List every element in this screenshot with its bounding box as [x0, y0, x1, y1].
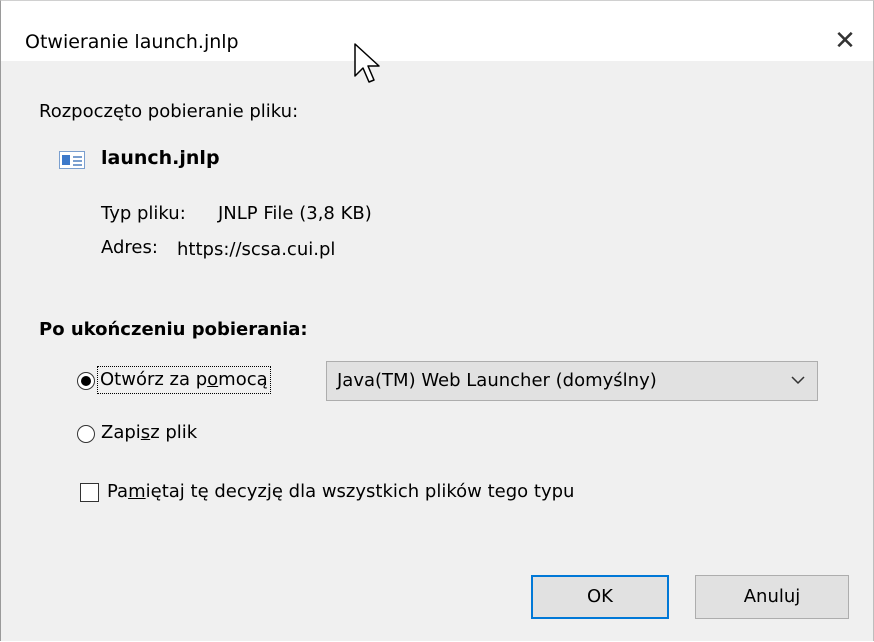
file-type-value: JNLP File (3,8 KB): [218, 203, 372, 224]
application-select[interactable]: Java(TM) Web Launcher (domyślny): [326, 361, 818, 401]
download-heading: Rozpoczęto pobieranie pliku:: [39, 101, 299, 122]
download-dialog: Otwieranie launch.jnlp ✕ Rozpoczęto pobi…: [0, 0, 874, 641]
save-file-radio[interactable]: [77, 425, 95, 443]
dialog-body: Rozpoczęto pobieranie pliku: launch.jnlp…: [1, 61, 873, 641]
close-button[interactable]: ✕: [825, 21, 865, 61]
close-icon: ✕: [834, 26, 856, 56]
after-download-heading: Po ukończeniu pobierania:: [39, 319, 308, 340]
application-select-value: Java(TM) Web Launcher (domyślny): [337, 370, 657, 391]
open-with-radio[interactable]: [77, 372, 95, 390]
cancel-button[interactable]: Anuluj: [695, 575, 849, 619]
file-name: launch.jnlp: [101, 147, 220, 169]
title-bar[interactable]: Otwieranie launch.jnlp ✕: [1, 1, 873, 61]
mouse-cursor-icon: [354, 43, 380, 83]
file-type-label: Typ pliku:: [101, 203, 186, 224]
address-label: Adres:: [101, 237, 158, 258]
ok-button[interactable]: OK: [531, 575, 669, 619]
window-title: Otwieranie launch.jnlp: [25, 31, 239, 53]
address-value: https://scsa.cui.pl: [177, 239, 336, 260]
open-with-label[interactable]: Otwórz za pomocą: [97, 366, 271, 394]
remember-choice-label[interactable]: Pamiętaj tę decyzję dla wszystkich plikó…: [107, 481, 574, 502]
chevron-down-icon: [791, 376, 805, 385]
remember-choice-checkbox[interactable]: [80, 483, 99, 502]
jnlp-file-icon: [59, 151, 85, 169]
save-file-label[interactable]: Zapisz plik: [101, 422, 197, 443]
